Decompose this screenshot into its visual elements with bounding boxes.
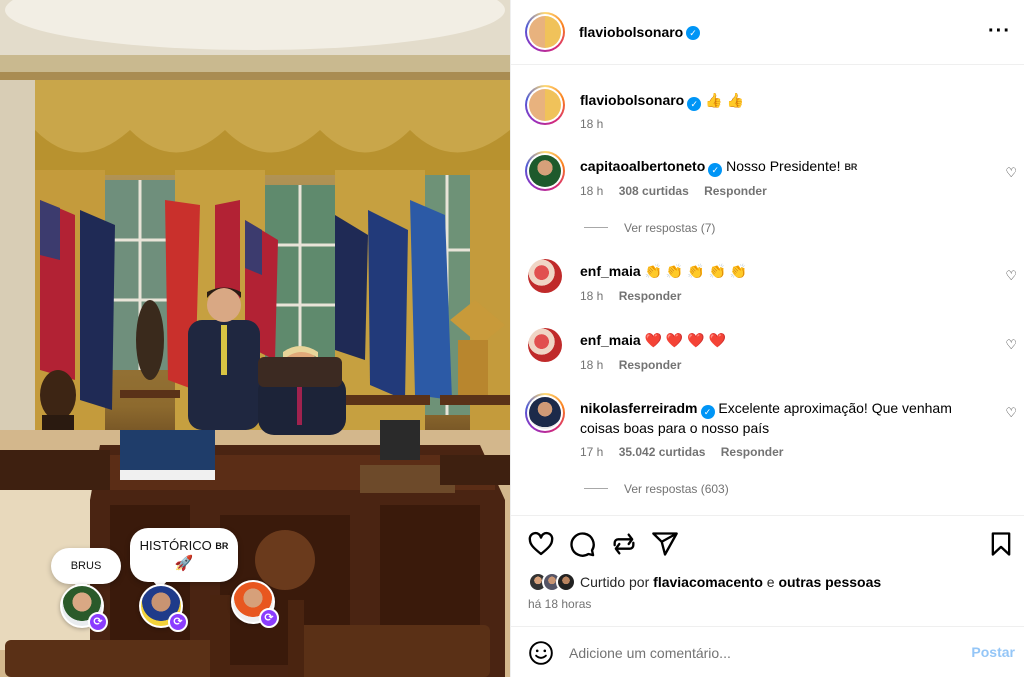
comment-text: enf_maia 👏 👏 👏 👏 👏 — [580, 262, 980, 281]
save-bookmark-icon[interactable] — [987, 530, 1015, 558]
comment-username[interactable]: enf_maia — [580, 263, 641, 279]
comment-text: capitaoalbertoneto ✓ Nosso Presidente! BR — [580, 157, 980, 177]
verified-badge-icon: ✓ — [708, 163, 723, 177]
post-actions: Curtido por flaviacomacento e outras pes… — [511, 515, 1024, 625]
comment-time: 18 h — [580, 289, 604, 303]
liked-by-text: Curtido por flaviacomacento e outras pes… — [580, 574, 881, 590]
caption-text: flaviobolsonaro ✓ 👍 👍 — [580, 91, 980, 111]
comment-meta: 18 h Responder — [580, 289, 681, 303]
heart-icon[interactable]: ♡ — [1005, 337, 1017, 353]
comment-body: 👏 👏 👏 👏 👏 — [644, 263, 748, 279]
view-replies-text: Ver respostas (7) — [624, 221, 716, 235]
reply-button[interactable]: Responder — [721, 445, 784, 459]
commenter-avatar[interactable] — [525, 151, 565, 191]
repost-icon[interactable] — [610, 530, 638, 558]
caption-username[interactable]: flaviobolsonaro — [580, 92, 684, 108]
comment-likes[interactable]: 35.042 curtidas — [619, 445, 706, 459]
author-avatar[interactable] — [525, 85, 565, 125]
like-heart-icon[interactable] — [527, 530, 555, 558]
post-time[interactable]: há 18 horas — [528, 597, 591, 611]
comment-username[interactable]: nikolasferreiradm — [580, 400, 698, 416]
reaction-bubble-historico[interactable]: HISTÓRICO BR 🚀 — [130, 528, 238, 589]
comment-body: Nosso Presidente! — [726, 158, 841, 174]
comment-text: enf_maia ❤️ ❤️ ❤️ ❤️ — [580, 331, 980, 350]
comment-time: 17 h — [580, 445, 604, 459]
verified-badge-icon: ✓ — [700, 405, 715, 419]
comment-body: ❤️ ❤️ ❤️ ❤️ — [644, 332, 726, 348]
heart-icon[interactable]: ♡ — [1005, 268, 1017, 284]
liked-by-mid: e — [766, 574, 775, 590]
post-button[interactable]: Postar — [971, 644, 1015, 660]
view-replies-button[interactable]: Ver respostas (603) — [584, 482, 729, 496]
verified-badge-icon: ✓ — [687, 97, 702, 111]
comment-time: 18 h — [580, 358, 604, 372]
author-avatar[interactable] — [525, 12, 565, 52]
commenter-avatar[interactable] — [528, 328, 562, 362]
country-tag: BR — [844, 162, 858, 172]
author-username[interactable]: flaviobolsonaro — [579, 24, 683, 40]
liked-by-prefix: Curtido por — [580, 574, 650, 590]
add-comment-bar: Postar — [511, 626, 1024, 677]
rocket-emoji: 🚀 — [174, 555, 194, 572]
comment-meta: 18 h 308 curtidas Responder — [580, 184, 767, 198]
commenter-avatar[interactable] — [528, 259, 562, 293]
post-photo[interactable]: BRUS HISTÓRICO BR 🚀 ⟳ ⟳ ⟳ — [0, 0, 510, 677]
liked-by-avatars[interactable] — [528, 572, 580, 592]
liked-by-user[interactable]: flaviacomacento — [653, 574, 763, 590]
more-horizontal-icon[interactable]: ··· — [988, 20, 1011, 43]
reaction-bubble-brus[interactable]: BRUS — [51, 548, 121, 591]
emoji-smiley-icon[interactable] — [528, 640, 554, 666]
post-side-panel: flaviobolsonaro ✓ ··· flaviobolsonaro ✓ 👍… — [510, 0, 1024, 677]
heart-icon[interactable]: ♡ — [1005, 405, 1017, 421]
comment-meta: 18 h Responder — [580, 358, 681, 372]
caption-time: 18 h — [580, 117, 604, 131]
bubble-text: BRUS — [70, 560, 102, 572]
reply-button[interactable]: Responder — [619, 358, 682, 372]
comment-icon[interactable] — [568, 530, 596, 558]
repost-icon: ⟳ — [259, 608, 279, 628]
repost-icon: ⟳ — [168, 612, 188, 632]
liked-by-others[interactable]: outras pessoas — [778, 574, 881, 590]
repost-icon: ⟳ — [88, 612, 108, 632]
reply-button[interactable]: Responder — [704, 184, 767, 198]
divider-line — [584, 227, 608, 228]
divider-line — [584, 488, 608, 489]
comment-text: nikolasferreiradm ✓ Excelente aproximação… — [580, 399, 970, 438]
comment-meta: 17 h 35.042 curtidas Responder — [580, 445, 783, 459]
comment-username[interactable]: capitaoalbertoneto — [580, 158, 705, 174]
share-icon[interactable] — [651, 530, 679, 558]
caption-emoji: 👍 👍 — [705, 92, 744, 108]
comment-username[interactable]: enf_maia — [580, 332, 641, 348]
verified-badge-icon: ✓ — [686, 26, 700, 40]
post-header: flaviobolsonaro ✓ ··· — [511, 0, 1024, 65]
heart-icon[interactable]: ♡ — [1005, 165, 1017, 181]
bubble-text: HISTÓRICO — [139, 538, 212, 553]
comment-input[interactable] — [569, 640, 949, 666]
country-tag: BR — [215, 541, 229, 551]
reply-button[interactable]: Responder — [619, 289, 682, 303]
comment-time: 18 h — [580, 184, 604, 198]
commenter-avatar[interactable] — [525, 393, 565, 433]
comment-likes[interactable]: 308 curtidas — [619, 184, 689, 198]
view-replies-text: Ver respostas (603) — [624, 482, 729, 496]
view-replies-button[interactable]: Ver respostas (7) — [584, 221, 715, 235]
avatar — [556, 572, 576, 592]
